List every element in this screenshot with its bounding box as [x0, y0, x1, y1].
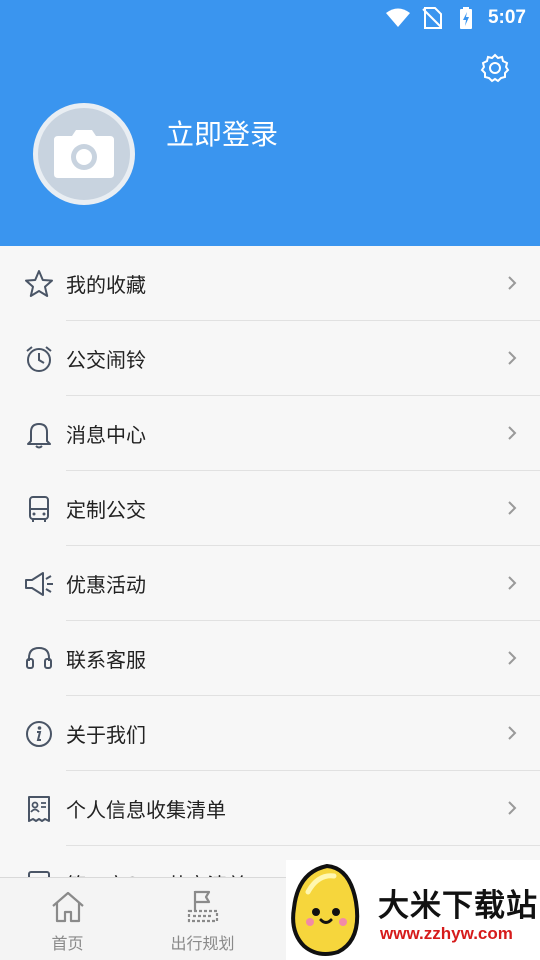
watermark-overlay: 大米下载站 www.zzhyw.com: [286, 860, 540, 960]
chevron-right-icon: [508, 726, 517, 740]
status-time: 5:07: [487, 7, 526, 28]
chevron-right-icon: [508, 501, 517, 515]
menu-item-label: 关于我们: [66, 723, 146, 747]
tab-route-plan[interactable]: 出行规划: [135, 878, 270, 960]
tab-label: 首页: [51, 934, 84, 953]
login-link[interactable]: 立即登录: [166, 113, 278, 153]
rice-mascot-logo: [291, 863, 360, 956]
battery-charging-icon: [454, 6, 478, 30]
chevron-right-icon: [508, 651, 517, 665]
status-bar: 5:07: [0, 0, 540, 36]
menu-item-label: 个人信息收集清单: [66, 798, 226, 822]
watermark-url: www.zzhyw.com: [380, 924, 513, 943]
menu-item-bus-alarm[interactable]: 公交闹铃: [0, 321, 540, 396]
menu-item-label: 公交闹铃: [66, 348, 146, 372]
menu-item-about-us[interactable]: 关于我们: [0, 696, 540, 771]
menu-item-custom-bus[interactable]: 定制公交: [0, 471, 540, 546]
avatar[interactable]: [33, 103, 135, 205]
chevron-right-icon: [508, 276, 517, 290]
id-card-icon: [22, 792, 56, 826]
bus-icon: [22, 492, 56, 526]
no-sim-icon: [420, 6, 444, 30]
star-icon: [22, 267, 56, 301]
watermark-title: 大米下载站: [378, 888, 538, 924]
info-icon: [22, 717, 56, 751]
menu-item-promotions[interactable]: 优惠活动: [0, 546, 540, 621]
headset-icon: [22, 642, 56, 676]
menu-item-label: 定制公交: [66, 498, 146, 522]
profile-menu: 我的收藏 公交闹铃 消息中心 定制公交 优惠活动 联系客服 关于我们 个人信息收…: [0, 246, 540, 921]
menu-item-label: 优惠活动: [66, 573, 146, 597]
menu-item-label: 消息中心: [66, 423, 146, 447]
profile-header: 5:07 立即登录: [0, 0, 540, 246]
menu-item-label: 联系客服: [66, 648, 146, 672]
tab-label: 出行规划: [170, 934, 235, 953]
camera-icon: [54, 130, 114, 178]
chevron-right-icon: [508, 351, 517, 365]
menu-item-personal-info-list[interactable]: 个人信息收集清单: [0, 771, 540, 846]
chevron-right-icon: [508, 426, 517, 440]
menu-item-customer-service[interactable]: 联系客服: [0, 621, 540, 696]
route-plan-icon: [187, 890, 218, 923]
menu-item-messages[interactable]: 消息中心: [0, 396, 540, 471]
chevron-right-icon: [508, 801, 517, 815]
megaphone-icon: [22, 567, 56, 601]
bell-icon: [22, 417, 56, 451]
settings-gear-icon[interactable]: [479, 52, 511, 84]
tab-home[interactable]: 首页: [0, 878, 135, 960]
wifi-icon: [385, 6, 410, 30]
alarm-clock-icon: [22, 342, 56, 376]
chevron-right-icon: [508, 576, 517, 590]
home-icon: [51, 891, 84, 923]
menu-item-label: 我的收藏: [66, 273, 146, 297]
menu-item-favorites[interactable]: 我的收藏: [0, 246, 540, 321]
